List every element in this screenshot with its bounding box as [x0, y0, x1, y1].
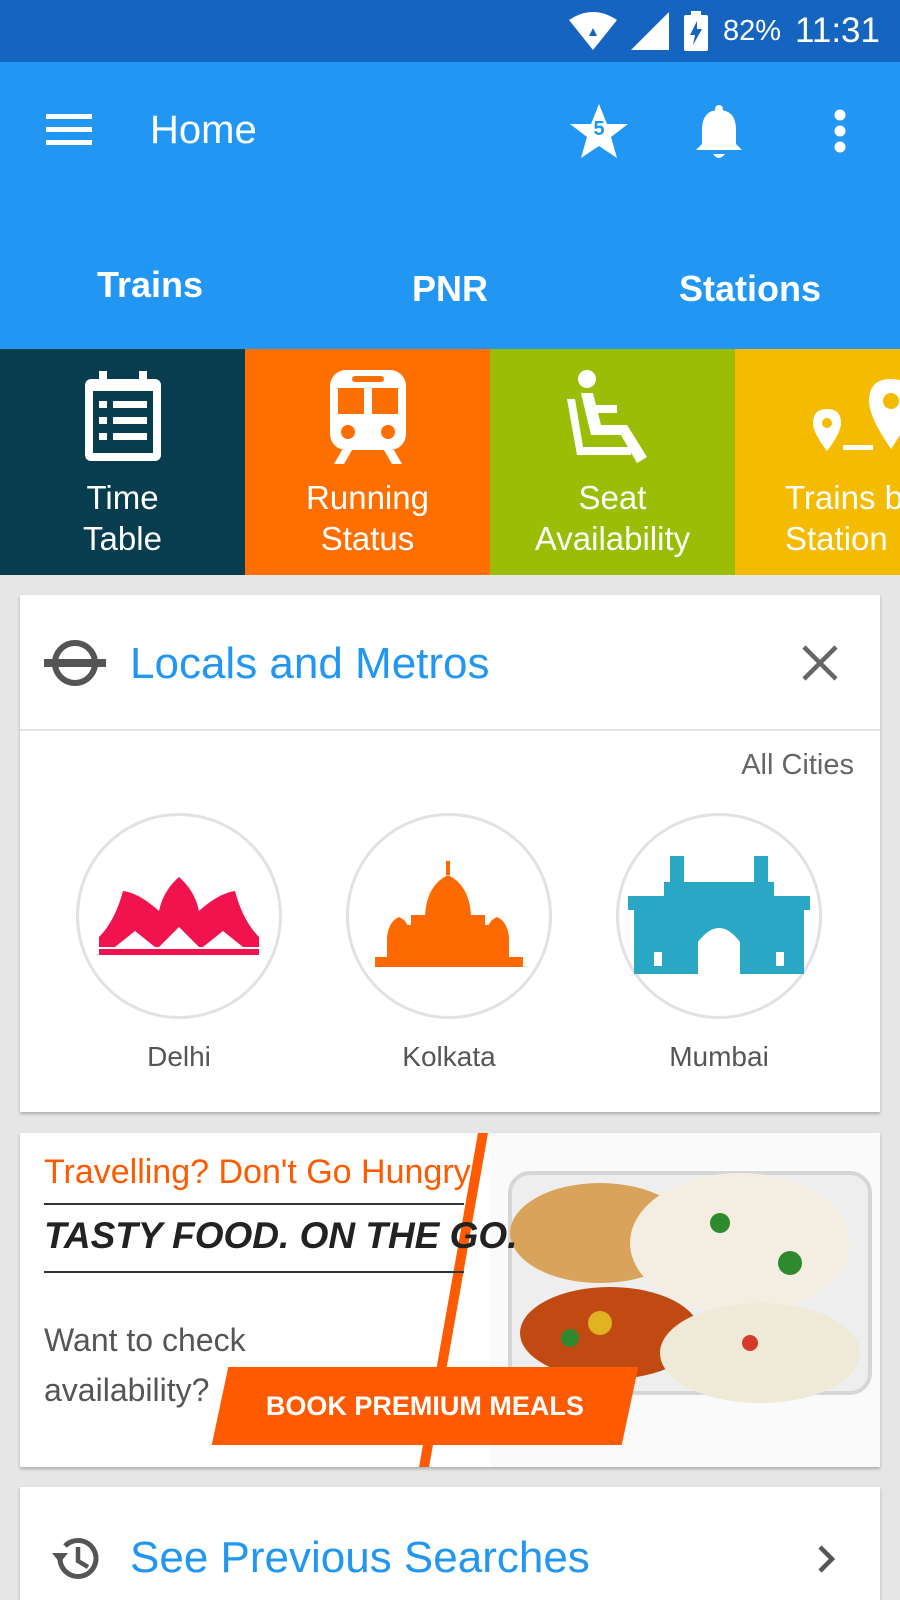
tile-running-status[interactable]: Running Status [245, 349, 490, 575]
train-icon [329, 370, 406, 464]
card-header: Locals and Metros [20, 595, 880, 731]
book-premium-meals-button[interactable]: BOOK PREMIUM MEALS [211, 1367, 639, 1445]
tile-label: Running Status [306, 479, 429, 557]
notifications-button[interactable] [688, 102, 750, 164]
ad-headline: Travelling? Don't Go Hungry! [44, 1153, 481, 1191]
bell-icon [696, 105, 742, 158]
previous-searches-card[interactable]: See Previous Searches [20, 1487, 880, 1600]
tile-trains-by-station[interactable]: Trains b Station [735, 349, 900, 575]
status-bar: 82% 11:31 [0, 0, 900, 62]
victoria-memorial-icon [375, 861, 523, 967]
page-title: Home [150, 108, 257, 152]
more-vert-icon [834, 109, 846, 153]
clock: 11:31 [795, 11, 880, 50]
chevron-right-icon [818, 1545, 836, 1573]
cta-label: BOOK PREMIUM MEALS [265, 1390, 584, 1421]
battery-percent: 82% [722, 14, 781, 47]
tile-seat-availability[interactable]: Seat Availability [490, 349, 735, 575]
battery-charging-icon [683, 11, 708, 51]
favorites-button[interactable]: 5 [566, 100, 632, 162]
tile-time-table[interactable]: Time Table [0, 349, 245, 575]
tile-label: Time Table [83, 479, 162, 557]
ad-body: Want to check availability? [44, 1322, 246, 1408]
lotus-temple-icon [99, 877, 259, 955]
menu-icon [46, 114, 92, 145]
tab-trains[interactable]: Trains [50, 264, 250, 306]
favorites-count: 5 [593, 118, 605, 140]
city-mumbai[interactable]: Mumbai [616, 813, 822, 1073]
previous-searches-label: See Previous Searches [130, 1533, 590, 1582]
close-button[interactable] [798, 641, 842, 685]
close-icon [802, 645, 838, 681]
meals-ad-banner[interactable]: Travelling? Don't Go Hungry! TASTY FOOD.… [20, 1133, 880, 1467]
history-icon [52, 1537, 99, 1579]
city-name: Kolkata [402, 1041, 496, 1072]
ad-tagline: TASTY FOOD. ON THE GO. [44, 1215, 518, 1256]
city-delhi[interactable]: Delhi [76, 813, 282, 1073]
card-title: Locals and Metros [130, 639, 490, 688]
tab-bar: Trains PNR Stations [0, 242, 900, 368]
tile-label: Seat Availability [534, 479, 691, 557]
status-icons: 82% 11:31 [568, 0, 880, 62]
tile-label: Trains b Station [785, 479, 900, 557]
locals-metros-card: Locals and Metros All Cities Delhi Kolka… [20, 595, 880, 1112]
metro-icon [44, 640, 106, 686]
ad-rule [44, 1203, 464, 1205]
all-cities-link[interactable]: All Cities [741, 749, 854, 782]
city-name: Delhi [147, 1041, 211, 1072]
tab-stations[interactable]: Stations [640, 268, 860, 310]
route-pins-icon [812, 379, 900, 451]
ad-rule [44, 1271, 464, 1273]
cell-signal-icon [630, 12, 669, 50]
tab-pnr[interactable]: PNR [350, 268, 550, 310]
gateway-of-india-icon [628, 856, 810, 974]
app-bar: Home 5 Trains PNR Stations [0, 62, 900, 368]
feature-tiles: Time Table Running Status Seat Availabil… [0, 349, 900, 575]
wifi-icon [568, 12, 617, 50]
more-options-button[interactable] [820, 102, 860, 164]
city-name: Mumbai [669, 1041, 769, 1072]
seat-icon [566, 370, 647, 463]
calendar-list-icon [84, 371, 161, 461]
menu-button[interactable] [40, 102, 100, 158]
city-kolkata[interactable]: Kolkata [346, 813, 552, 1073]
